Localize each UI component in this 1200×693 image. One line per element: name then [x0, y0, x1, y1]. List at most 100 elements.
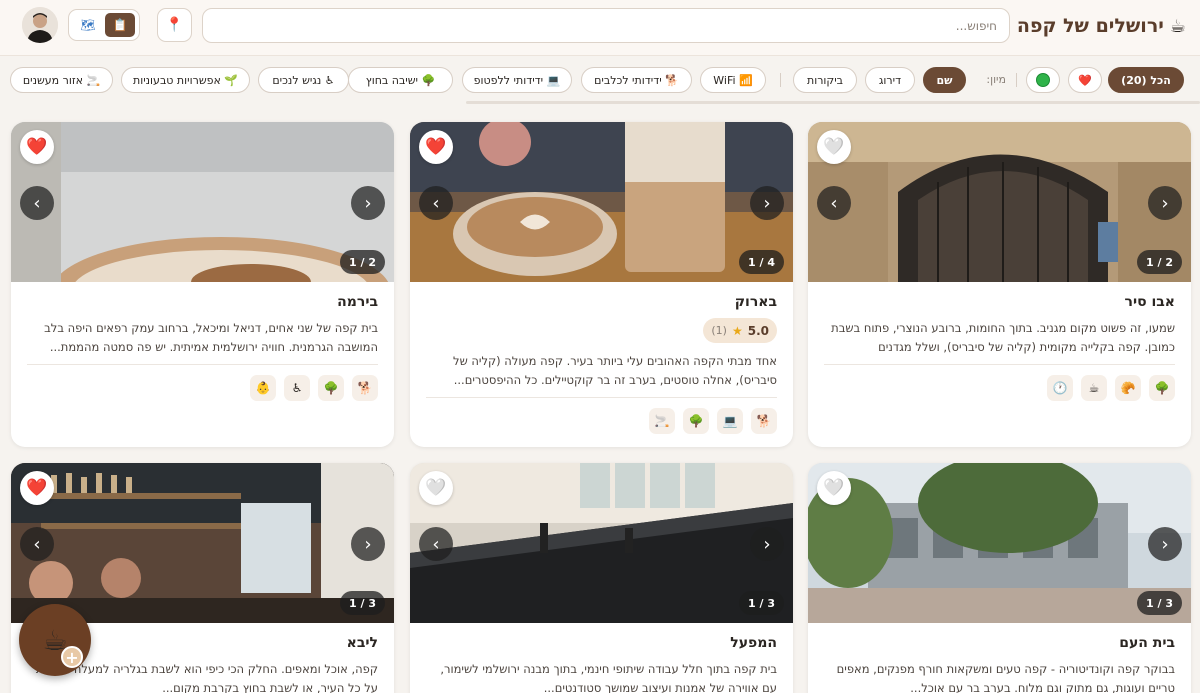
cafe-description: שמעו, זה פשוט מקום מגניב. בתוך החומות, ב…	[831, 321, 1175, 354]
cafe-name: בירמה	[337, 294, 378, 310]
cafe-photo-image	[410, 122, 793, 282]
next-photo-button[interactable]: ›	[817, 186, 851, 220]
app-title: ירושלים של קפה	[1016, 15, 1164, 37]
divider	[1016, 73, 1017, 87]
cafe-description: בית קפה בתוך חלל עבודה שיתופי חינמי, בתו…	[440, 662, 777, 693]
cafe-card[interactable]: 🤍 › ‹ 1 / 3 המפעל בית קפה בתוך חלל עבודה…	[410, 463, 793, 693]
plus-icon[interactable]: +	[61, 646, 83, 668]
list-view-button[interactable]: 📋	[105, 13, 135, 37]
sort-by-rating-button[interactable]: דירוג	[865, 67, 915, 93]
chevron-left-icon: ‹	[364, 533, 372, 555]
heart-icon: 🤍	[823, 478, 845, 498]
star-icon: ★	[731, 323, 743, 338]
map-icon: 🗺	[80, 18, 96, 32]
card-body: בירמה בית קפה של שני אחים, דניאל ומיכאל,…	[11, 282, 394, 401]
rating-badge: 5.0 ★ (1)	[703, 318, 777, 343]
next-photo-button[interactable]: ›	[20, 186, 54, 220]
favorite-button[interactable]: ❤️	[20, 130, 54, 164]
previous-photo-button[interactable]: ‹	[750, 527, 784, 561]
add-cafe-button[interactable]: ☕	[19, 604, 91, 676]
divider	[426, 397, 777, 398]
open-now-filter-button[interactable]	[1026, 67, 1060, 93]
filter-wifi-chip[interactable]: 📶 WiFi	[700, 67, 766, 93]
locate-me-button[interactable]: 📍	[157, 8, 192, 42]
cafe-photo-image	[808, 463, 1191, 623]
cafe-description: אחד מבתי הקפה האהובים עלי ביותר בעיר. קפ…	[453, 354, 777, 387]
chevron-left-icon: ‹	[763, 533, 771, 555]
sort-by-reviews-button[interactable]: ביקורות	[793, 67, 857, 93]
filter-outdoor-seating-chip[interactable]: 🌳 ישיבה בחוץ	[348, 67, 453, 93]
card-body: אבו סיר שמעו, זה פשוט מקום מגניב. בתוך ה…	[808, 282, 1191, 401]
cafe-photo: 🤍 ‹ 1 / 3	[808, 463, 1191, 623]
smoking-icon: 🚬	[649, 408, 675, 434]
next-photo-button[interactable]: ›	[419, 186, 453, 220]
pastry-icon: 🥐	[1115, 375, 1141, 401]
chevron-left-icon: ‹	[1161, 533, 1169, 555]
feature-icons: 🐕 🌳 ♿ 👶	[27, 375, 378, 401]
favorites-filter-button[interactable]: ❤️	[1068, 67, 1102, 93]
chevron-right-icon: ›	[33, 192, 41, 214]
cafe-card[interactable]: ❤️ › ‹ 1 / 2 בירמה בית קפה של שני אחים, …	[11, 122, 394, 447]
map-view-button[interactable]: 🗺	[73, 13, 103, 37]
user-avatar[interactable]	[22, 7, 58, 43]
previous-photo-button[interactable]: ‹	[1148, 186, 1182, 220]
photo-counter: 1 / 4	[739, 250, 784, 274]
cafe-name: המפעל	[730, 635, 777, 651]
clipboard-icon: 📋	[112, 18, 128, 32]
cafe-photo-image	[11, 122, 394, 347]
cafe-name: אבו סיר	[1124, 294, 1175, 310]
chevron-right-icon: ›	[33, 533, 41, 555]
cafe-name: בארוק	[734, 294, 777, 310]
previous-photo-button[interactable]: ‹	[351, 527, 385, 561]
cafe-card[interactable]: 🤍 › ‹ 1 / 2 אבו סיר שמעו, זה פשוט מקום מ…	[808, 122, 1191, 447]
filter-laptop-friendly-chip[interactable]: 💻 ידידותי ללפטופ	[462, 67, 572, 93]
previous-photo-button[interactable]: ‹	[750, 186, 784, 220]
chevron-left-icon: ‹	[1161, 192, 1169, 214]
favorite-button[interactable]: ❤️	[419, 130, 453, 164]
previous-photo-button[interactable]: ‹	[351, 186, 385, 220]
avatar-image	[22, 7, 58, 43]
heart-icon: 🤍	[425, 478, 447, 498]
favorite-button[interactable]: ❤️	[20, 471, 54, 505]
heart-icon: ❤️	[26, 478, 48, 498]
cafe-photo: 🤍 › ‹ 1 / 3	[410, 463, 793, 623]
chevron-left-icon: ‹	[364, 192, 372, 214]
map-pin-icon: 📍	[165, 17, 184, 33]
filter-all-button[interactable]: הכל (20)	[1108, 67, 1184, 93]
green-dot-icon	[1036, 73, 1050, 87]
previous-photo-button[interactable]: ‹	[1148, 527, 1182, 561]
cafe-photo: ❤️ › ‹ 1 / 2	[11, 122, 394, 347]
outdoor-seating-icon: 🌳	[1149, 375, 1175, 401]
photo-counter: 1 / 3	[739, 591, 784, 615]
next-photo-button[interactable]: ›	[20, 527, 54, 561]
filter-vegan-chip[interactable]: 🌱 אפשרויות טבעוניות	[121, 67, 250, 93]
divider	[780, 73, 781, 87]
divider	[824, 364, 1175, 365]
favorite-button[interactable]: 🤍	[817, 471, 851, 505]
favorite-button[interactable]: 🤍	[817, 130, 851, 164]
cafe-photo: ❤️ › ‹ 1 / 3	[11, 463, 394, 623]
search-input[interactable]	[202, 8, 1010, 43]
outdoor-seating-icon: 🌳	[683, 408, 709, 434]
cafe-card[interactable]: 🤍 ‹ 1 / 3 בית העם בבוקר קפה וקונדיטוריה …	[808, 463, 1191, 693]
cafe-description: בית קפה של שני אחים, דניאל ומיכאל, ברחוב…	[44, 321, 378, 354]
filter-bar: הכל (20) ❤️ מיון: שם דירוג ביקורות 📶 WiF…	[0, 58, 1200, 106]
filter-scrollbar[interactable]	[466, 101, 1200, 104]
heart-icon: ❤️	[26, 137, 48, 157]
favorite-button[interactable]: 🤍	[419, 471, 453, 505]
sort-by-name-button[interactable]: שם	[923, 67, 966, 93]
chevron-left-icon: ‹	[763, 192, 771, 214]
next-photo-button[interactable]: ›	[419, 527, 453, 561]
brand: ☕ ירושלים של קפה	[1017, 11, 1186, 41]
cafe-card[interactable]: ❤️ › ‹ 1 / 4 בארוק 5.0 ★ (1) אחד מבתי הק…	[410, 122, 793, 447]
filter-dog-friendly-chip[interactable]: 🐕 ידידותי לכלבים	[581, 67, 692, 93]
filter-accessible-chip[interactable]: ♿ נגיש לנכים	[258, 67, 349, 93]
app-header: ☕ ירושלים של קפה 📍 📋 🗺	[0, 0, 1200, 56]
card-body: בארוק 5.0 ★ (1) אחד מבתי הקפה האהובים על…	[410, 282, 793, 434]
photo-counter: 1 / 2	[1137, 250, 1182, 274]
chevron-right-icon: ›	[432, 192, 440, 214]
kid-friendly-icon: 👶	[250, 375, 276, 401]
accessible-icon: ♿	[284, 375, 310, 401]
filter-smoking-area-chip[interactable]: 🚬 אזור מעשנים	[10, 67, 113, 93]
cafe-photo: ❤️ › ‹ 1 / 4	[410, 122, 793, 282]
